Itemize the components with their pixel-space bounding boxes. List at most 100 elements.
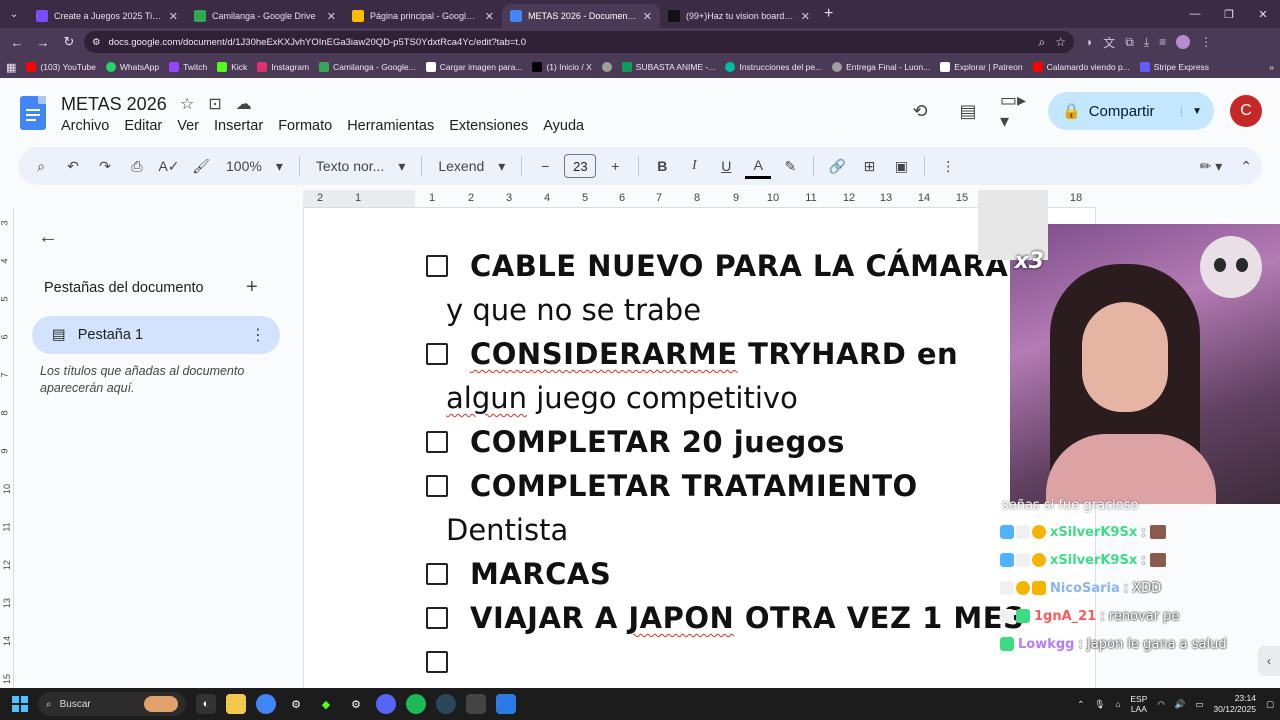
checkbox[interactable]: [426, 431, 448, 453]
bookmark-item[interactable]: WhatsApp: [105, 62, 159, 72]
chrome-icon[interactable]: [256, 694, 276, 714]
text-color-icon[interactable]: A: [745, 153, 772, 179]
browser-tab-active[interactable]: METAS 2026 - Documentos de ✕: [502, 4, 660, 28]
tab-options-icon[interactable]: ⋮: [250, 325, 266, 345]
menu-editar[interactable]: Editar: [124, 118, 162, 134]
move-folder-icon[interactable]: ⊡: [208, 94, 221, 114]
steam-like-icon[interactable]: ⚙: [286, 694, 306, 714]
increase-font-icon[interactable]: +: [602, 153, 628, 179]
reading-list-icon[interactable]: ≡: [1159, 35, 1166, 49]
spotify-icon[interactable]: [406, 694, 426, 714]
bookmark-star-icon[interactable]: ☆: [1055, 35, 1066, 50]
browser-tab[interactable]: (99+)Haz tu vision board 2026 ✕: [660, 4, 818, 28]
battery-icon[interactable]: ▭: [1195, 699, 1203, 710]
more-bookmarks-icon[interactable]: »: [1269, 62, 1274, 72]
app-icon[interactable]: [466, 694, 486, 714]
print-icon[interactable]: ⎙: [124, 153, 150, 179]
document-title[interactable]: METAS 2026: [61, 94, 167, 115]
app-icon[interactable]: ◐: [196, 694, 216, 714]
search-menus-icon[interactable]: ⌕: [28, 153, 54, 179]
bookmark-item[interactable]: Cargar imagen para...: [425, 62, 522, 72]
tab-close-icon[interactable]: ✕: [169, 10, 178, 23]
language-indicator[interactable]: ESP LAA: [1130, 694, 1147, 714]
checkbox[interactable]: [426, 475, 448, 497]
notepad-icon[interactable]: [496, 694, 516, 714]
settings-icon[interactable]: ⚙: [346, 694, 366, 714]
insert-link-icon[interactable]: 🔗: [824, 153, 850, 179]
menu-extensiones[interactable]: Extensiones: [449, 118, 528, 134]
tab-close-icon[interactable]: ✕: [643, 10, 652, 23]
version-history-icon[interactable]: ⟲: [904, 95, 936, 127]
zoom-select[interactable]: 100% ▾: [220, 158, 289, 175]
bookmark-item[interactable]: Camilanga - Google...: [319, 62, 416, 72]
spelling-flagged-word[interactable]: JAPON: [628, 601, 734, 635]
bookmark-item[interactable]: Explorar | Patreon: [940, 62, 1023, 72]
site-info-icon[interactable]: ⚙: [92, 37, 101, 48]
checklist-item[interactable]: MARCAS: [426, 552, 1066, 596]
insert-image-icon[interactable]: ▣: [888, 153, 914, 179]
comments-icon[interactable]: ▤: [952, 95, 984, 127]
minimize-icon[interactable]: —: [1178, 0, 1212, 28]
zoom-lens-icon[interactable]: ⌕: [1039, 35, 1046, 50]
menu-insertar[interactable]: Insertar: [214, 118, 263, 134]
font-select[interactable]: Lexend ▾: [432, 158, 511, 175]
forward-icon[interactable]: →: [32, 31, 54, 53]
checklist-item[interactable]: CONSIDERARME TRYHARD en: [426, 332, 1066, 376]
docs-logo-icon[interactable]: [20, 96, 46, 130]
game-app-icon[interactable]: ◆: [316, 694, 336, 714]
spelling-flagged-word[interactable]: CONSIDERARME: [470, 337, 738, 371]
discord-icon[interactable]: [376, 694, 396, 714]
document-page[interactable]: CABLE NUEVO PARA LA CÁMARA y que no se t…: [303, 208, 1096, 688]
bookmark-item[interactable]: Instrucciones del pe...: [725, 62, 822, 72]
bookmark-item[interactable]: Entrega Final - Luon...: [832, 62, 930, 72]
document-tab-item[interactable]: ▤ Pestaña 1 ⋮: [32, 316, 280, 354]
restore-icon[interactable]: ❐: [1212, 0, 1246, 28]
mic-icon[interactable]: 🎙: [1094, 699, 1105, 710]
bookmark-item[interactable]: Kick: [217, 62, 247, 72]
decrease-font-icon[interactable]: −: [532, 153, 558, 179]
browser-tab[interactable]: Página principal - Google Drive ✕: [344, 4, 502, 28]
editing-mode-icon[interactable]: ✏ ▾: [1200, 158, 1223, 175]
checkbox[interactable]: [426, 343, 448, 365]
bookmark-item[interactable]: [601, 62, 612, 72]
checklist-item[interactable]: COMPLETAR 20 juegos: [426, 420, 1066, 464]
network-icon[interactable]: ⌂: [1115, 699, 1120, 709]
back-icon[interactable]: ←: [6, 31, 28, 53]
user-avatar[interactable]: C: [1230, 95, 1262, 127]
tray-chevron-icon[interactable]: ⌃: [1077, 699, 1084, 710]
bookmark-item[interactable]: Calamardo viendo p...: [1032, 62, 1130, 72]
more-options-icon[interactable]: ⋮: [935, 153, 961, 179]
menu-herramientas[interactable]: Herramientas: [347, 118, 434, 134]
undo-icon[interactable]: ↶: [60, 153, 86, 179]
tab-search-chevron-icon[interactable]: ⌄: [0, 0, 28, 28]
apps-grid-icon[interactable]: ▦: [6, 61, 16, 74]
profile-avatar[interactable]: [1176, 35, 1191, 49]
tab-close-icon[interactable]: ✕: [801, 10, 810, 23]
paint-format-icon[interactable]: 🖌: [188, 153, 214, 179]
share-dropdown-icon[interactable]: ▼: [1181, 105, 1202, 117]
collapse-menu-icon[interactable]: ⌃: [1240, 158, 1252, 175]
taskbar-search[interactable]: ⌕ Buscar: [38, 692, 186, 716]
highlight-icon[interactable]: ✎: [777, 153, 803, 179]
checklist-item[interactable]: CABLE NUEVO PARA LA CÁMARA: [426, 244, 1066, 288]
clock[interactable]: 23:14 30/12/2025: [1213, 693, 1256, 715]
italic-icon[interactable]: I: [681, 153, 707, 179]
file-explorer-icon[interactable]: [226, 694, 246, 714]
side-panel-toggle-icon[interactable]: ‹: [1258, 646, 1280, 676]
browser-menu-icon[interactable]: ⋮: [1200, 35, 1212, 49]
download-icon[interactable]: ⤓: [1144, 35, 1149, 50]
spellcheck-icon[interactable]: A✓: [156, 153, 182, 179]
reload-icon[interactable]: ↻: [58, 31, 80, 53]
bold-icon[interactable]: B: [649, 153, 675, 179]
windows-start-icon[interactable]: [12, 696, 28, 712]
translate-icon[interactable]: 文: [1103, 34, 1115, 51]
back-arrow-icon[interactable]: ←: [38, 226, 58, 249]
checkbox[interactable]: [426, 607, 448, 629]
new-tab-plus-icon[interactable]: +: [824, 5, 833, 23]
star-icon[interactable]: ☆: [180, 94, 194, 114]
bookmark-item[interactable]: (103) YouTube: [26, 62, 96, 72]
cloud-status-icon[interactable]: ☁: [236, 94, 252, 114]
browser-tab[interactable]: Create a Juegos 2025 Tier List - ✕: [28, 4, 186, 28]
browser-tab[interactable]: Camilanga - Google Drive ✕: [186, 4, 344, 28]
menu-formato[interactable]: Formato: [278, 118, 332, 134]
